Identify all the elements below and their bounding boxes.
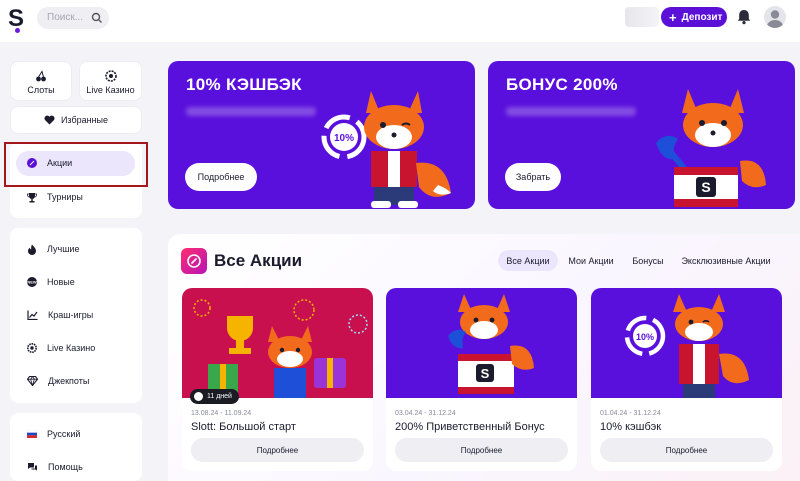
sidebar-item-label: Новые xyxy=(47,277,75,287)
sidebar-item-jackpots[interactable]: Джекпоты xyxy=(27,372,89,390)
tab-all-promotions[interactable]: Все Акции xyxy=(498,250,558,271)
sidebar-item-new[interactable]: NEW Новые xyxy=(27,273,75,291)
sidebar-item-language[interactable]: Русский xyxy=(27,425,80,443)
sidebar-item-tournaments[interactable]: Турниры xyxy=(27,188,83,206)
bonus-banner[interactable]: БОНУС 200% Забрать S xyxy=(488,61,795,209)
sidebar-item-label: Live Казино xyxy=(47,343,96,353)
plus-icon: + xyxy=(669,9,677,25)
gift-letter: S xyxy=(701,179,710,195)
section-title: Все Акции xyxy=(214,251,303,270)
roulette-icon xyxy=(27,343,37,353)
cashback-percent-text: 10% xyxy=(636,332,654,342)
highlight-annotation-box xyxy=(4,142,148,187)
sidebar-tile-slots[interactable]: Слоты xyxy=(10,61,72,101)
gift-letter: S xyxy=(481,366,490,381)
russian-flag-icon xyxy=(27,430,37,438)
promo-title: Slott: Большой старт xyxy=(191,421,296,433)
avatar[interactable] xyxy=(764,6,786,28)
sidebar-tile-live-casino[interactable]: Live Казино xyxy=(79,61,142,101)
svg-text:NEW: NEW xyxy=(27,280,37,285)
cherries-icon xyxy=(36,70,46,82)
roulette-icon xyxy=(104,70,117,82)
banner-subtitle-blurred xyxy=(506,107,636,116)
sidebar-item-best[interactable]: Лучшие xyxy=(27,240,79,258)
banner-claim-button[interactable]: Забрать xyxy=(505,163,561,191)
promo-details-button[interactable]: Подробнее xyxy=(600,438,773,462)
user-icon xyxy=(766,10,784,28)
tab-bonuses[interactable]: Бонусы xyxy=(627,250,669,271)
sidebar-tile-label: Слоты xyxy=(27,85,55,95)
promo-card-welcome-bonus[interactable]: S 03.04.24 - 31.12.24 200% Приветственны… xyxy=(386,288,577,471)
days-left-text: 11 дней xyxy=(207,393,232,400)
promo-card-image-trophy-fox xyxy=(182,288,373,398)
sidebar-item-crash-games[interactable]: Краш-игры xyxy=(27,306,93,324)
search-input[interactable]: Поиск... xyxy=(37,7,109,29)
promo-icon xyxy=(187,254,201,268)
deposit-label: Депозит xyxy=(681,11,723,23)
bell-icon[interactable] xyxy=(735,8,753,26)
tab-exclusive-promotions[interactable]: Эксклюзивные Акции xyxy=(676,250,776,271)
slott-logo[interactable]: S xyxy=(8,5,26,34)
sidebar-item-help[interactable]: Помощь xyxy=(27,458,83,476)
sidebar-tile-label: Live Казино xyxy=(86,85,135,95)
sidebar-item-label: Лучшие xyxy=(47,244,80,254)
banner-details-button[interactable]: Подробнее xyxy=(185,163,257,191)
favorites-button[interactable]: Избранные xyxy=(10,106,142,134)
new-badge-icon: NEW xyxy=(27,277,37,287)
days-left-badge: 11 дней xyxy=(190,389,239,404)
promo-title: 200% Приветственный Бонус xyxy=(395,421,545,433)
sidebar-item-label: Русский xyxy=(47,429,81,439)
fox-mascot-cashback-illustration: 10% xyxy=(321,91,451,208)
promo-card-image-gift-fox: S xyxy=(386,288,577,398)
banner-title: 10% КЭШБЭК xyxy=(186,75,302,94)
promo-title: 10% кэшбэк xyxy=(600,421,662,433)
deposit-button[interactable]: + Депозит xyxy=(661,7,727,27)
logo-dot xyxy=(15,28,20,33)
search-icon xyxy=(91,12,102,23)
chart-icon xyxy=(27,310,38,320)
sidebar-item-label: Джекпоты xyxy=(48,376,90,386)
balance-display[interactable] xyxy=(625,7,659,27)
sidebar-item-live-casino[interactable]: Live Казино xyxy=(27,339,95,357)
sidebar-item-label: Турниры xyxy=(47,192,83,202)
promo-section-icon xyxy=(181,248,207,274)
search-placeholder: Поиск... xyxy=(47,12,84,23)
sidebar-item-label: Краш-игры xyxy=(48,310,94,320)
top-header: S Поиск... + Депозит xyxy=(0,0,800,42)
heart-icon xyxy=(44,115,55,125)
banner-subtitle-blurred xyxy=(186,107,316,116)
promo-dates: 01.04.24 - 31.12.24 xyxy=(600,410,661,417)
promo-details-button[interactable]: Подробнее xyxy=(395,438,568,462)
trophy-icon xyxy=(27,192,37,202)
tab-my-promotions[interactable]: Мои Акции xyxy=(563,250,619,271)
cashback-banner[interactable]: 10% КЭШБЭК Подробнее 10% xyxy=(168,61,475,209)
fire-icon xyxy=(28,244,36,255)
favorites-label: Избранные xyxy=(60,115,109,125)
promo-details-button[interactable]: Подробнее xyxy=(191,438,364,462)
promo-dates: 13.08.24 - 11.09.24 xyxy=(191,410,252,417)
sidebar-item-label: Помощь xyxy=(48,462,83,472)
promo-card-big-start[interactable]: 11 дней 13.08.24 - 11.09.24 Slott: Больш… xyxy=(182,288,373,471)
banner-title: БОНУС 200% xyxy=(506,75,618,94)
chat-icon xyxy=(28,463,37,471)
clock-icon xyxy=(194,392,203,401)
promo-dates: 03.04.24 - 31.12.24 xyxy=(395,410,456,417)
diamond-icon xyxy=(27,376,38,386)
cashback-percent-text: 10% xyxy=(334,133,354,144)
promo-card-cashback[interactable]: 10% 01.04.24 - 31.12.24 10% кэшбэк Подро… xyxy=(591,288,782,471)
fox-mascot-gift-illustration: S xyxy=(656,89,766,207)
promo-card-image-cashback-fox: 10% xyxy=(591,288,782,398)
